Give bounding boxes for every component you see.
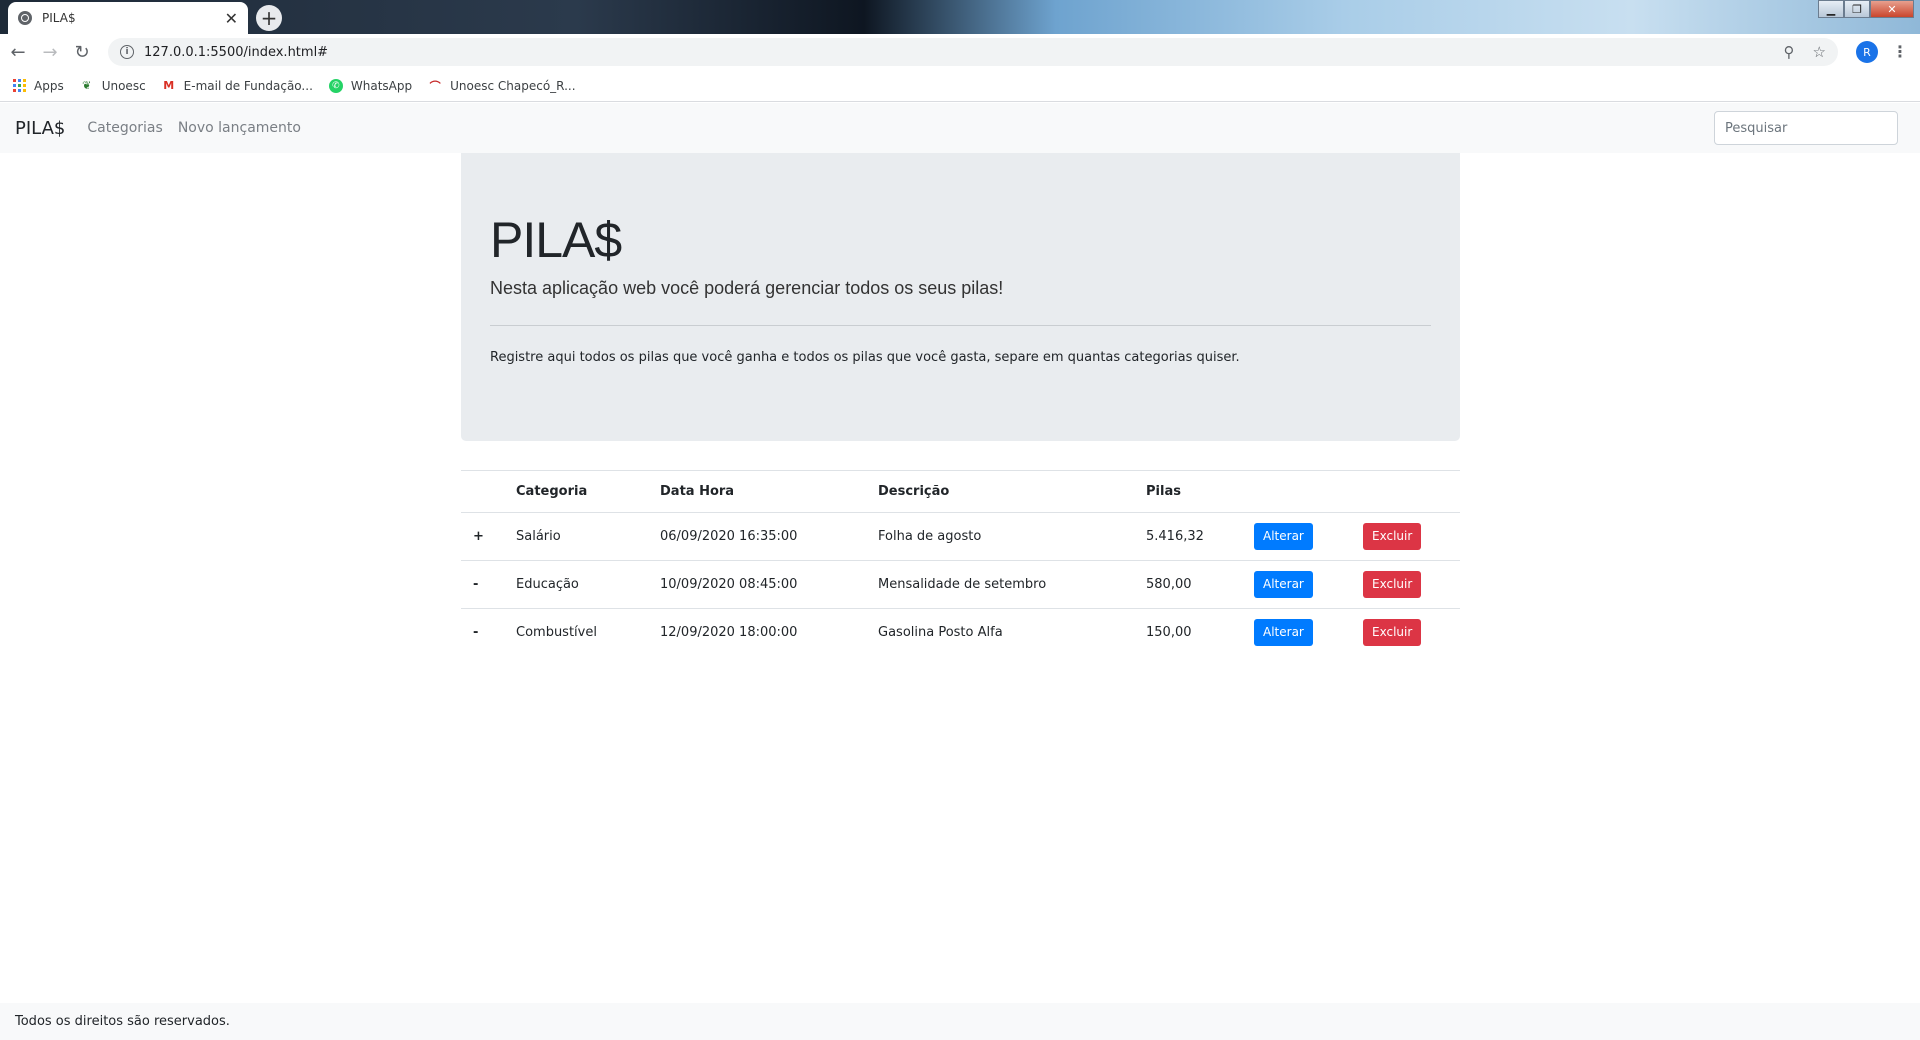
row-categoria: Educação	[516, 560, 660, 609]
header-alterar	[1254, 470, 1363, 513]
bookmark-apps[interactable]: Apps	[12, 79, 64, 93]
navbar-brand[interactable]: PILA$	[15, 118, 65, 139]
browser-toolbar: ← → ↻ i 127.0.0.1:5500/index.html# ⚲ ☆ R…	[0, 34, 1920, 70]
minimize-icon[interactable]: ▁	[1818, 0, 1844, 18]
address-bar[interactable]: i 127.0.0.1:5500/index.html# ⚲ ☆	[108, 38, 1838, 66]
footer: Todos os direitos são reservados.	[0, 1003, 1920, 1040]
gmail-icon: M	[163, 79, 175, 92]
excluir-button[interactable]: Excluir	[1363, 619, 1422, 647]
row-data-hora: 12/09/2020 18:00:00	[660, 625, 798, 641]
row-pilas: 150,00	[1146, 625, 1192, 641]
unoesc-icon: ❦	[82, 79, 92, 92]
table-row: - Combustível 12/09/2020 18:00:00 Gasoli…	[461, 609, 1460, 657]
apps-grid-icon	[12, 78, 26, 93]
star-bookmark-icon[interactable]: ☆	[1813, 43, 1826, 61]
row-pilas: 580,00	[1146, 560, 1254, 609]
zoom-icon[interactable]: ⚲	[1784, 43, 1795, 61]
row-categoria: Combustível	[516, 625, 597, 641]
bookmark-email[interactable]: M E-mail de Fundação...	[162, 79, 313, 93]
row-descricao: Mensalidade de setembro	[878, 560, 1146, 609]
jumbotron-title: PILA$	[490, 212, 622, 268]
whatsapp-icon: ✆	[328, 78, 343, 93]
info-icon[interactable]: i	[120, 45, 134, 59]
alterar-button[interactable]: Alterar	[1254, 619, 1313, 647]
transactions-table-container: Categoria Data Hora Descrição Pilas + Sa…	[461, 470, 1460, 657]
header-pilas: Pilas	[1146, 470, 1254, 513]
row-sign: +	[461, 512, 516, 561]
nav-link-novo-lancamento[interactable]: Novo lançamento	[178, 120, 301, 136]
alterar-button[interactable]: Alterar	[1254, 523, 1313, 550]
navbar: PILA$ Categorias Novo lançamento	[0, 103, 1920, 153]
table-row: - Educação 10/09/2020 08:45:00 Mensalida…	[461, 560, 1460, 609]
back-arrow-icon[interactable]: ←	[4, 38, 32, 66]
header-sign	[461, 470, 516, 513]
row-descricao: Gasolina Posto Alfa	[878, 625, 1003, 641]
search-input[interactable]	[1714, 111, 1898, 145]
excluir-button[interactable]: Excluir	[1363, 523, 1422, 550]
row-sign: -	[473, 625, 479, 641]
row-descricao: Folha de agosto	[878, 512, 1146, 561]
url-text[interactable]: 127.0.0.1:5500/index.html#	[144, 45, 328, 60]
unoesc-chapeco-icon: ⌒	[429, 79, 441, 93]
bookmark-label: WhatsApp	[350, 78, 413, 93]
nav-link-categorias[interactable]: Categorias	[87, 120, 162, 136]
divider	[490, 325, 1431, 326]
row-pilas: 5.416,32	[1146, 512, 1254, 561]
browser-tab[interactable]: PILA$ ✕	[8, 2, 248, 34]
reload-icon[interactable]: ↻	[68, 38, 96, 66]
table-header-row: Categoria Data Hora Descrição Pilas	[461, 470, 1460, 513]
row-data-hora: 06/09/2020 16:35:00	[660, 512, 878, 561]
transactions-table: Categoria Data Hora Descrição Pilas + Sa…	[461, 470, 1460, 657]
excluir-button[interactable]: Excluir	[1363, 571, 1422, 598]
bookmark-label: Unoesc Chapecó_R...	[450, 78, 576, 93]
bookmark-unoesc-chapeco[interactable]: ⌒ Unoesc Chapecó_R...	[428, 78, 576, 93]
forward-arrow-icon[interactable]: →	[36, 38, 64, 66]
header-data-hora: Data Hora	[660, 470, 878, 513]
restore-icon[interactable]: ❐	[1844, 0, 1870, 18]
globe-icon	[18, 11, 32, 25]
bookmark-label: Apps	[34, 78, 64, 93]
bookmark-unoesc[interactable]: ❦ Unoesc	[80, 79, 146, 93]
tab-title: PILA$	[42, 11, 76, 25]
header-descricao: Descrição	[878, 470, 1146, 513]
jumbotron: PILA$ Nesta aplicação web você poderá ge…	[461, 153, 1460, 441]
close-tab-icon[interactable]: ✕	[225, 9, 238, 28]
header-categoria: Categoria	[516, 470, 660, 513]
bookmark-label: E-mail de Fundação...	[183, 78, 313, 93]
bookmark-whatsapp[interactable]: ✆ WhatsApp	[328, 78, 413, 93]
alterar-button[interactable]: Alterar	[1254, 571, 1313, 598]
window-close-icon[interactable]: ✕	[1870, 0, 1914, 18]
window-controls: ▁ ❐ ✕	[1818, 0, 1914, 18]
footer-text: Todos os direitos são reservados.	[15, 1014, 230, 1029]
row-categoria: Salário	[516, 512, 660, 561]
table-row: + Salário 06/09/2020 16:35:00 Folha de a…	[461, 512, 1460, 561]
page-content: PILA$ Categorias Novo lançamento PILA$ N…	[0, 103, 1920, 1040]
row-data-hora: 10/09/2020 08:45:00	[660, 560, 878, 609]
menu-kebab-icon[interactable]: ⋮	[1892, 42, 1908, 61]
jumbotron-text: Registre aqui todos os pilas que você ga…	[490, 350, 1240, 365]
jumbotron-lead: Nesta aplicação web você poderá gerencia…	[490, 278, 1004, 298]
profile-avatar[interactable]: R	[1856, 41, 1878, 63]
header-excluir	[1363, 470, 1460, 513]
row-sign: -	[461, 560, 516, 609]
new-tab-button[interactable]: +	[256, 5, 282, 31]
bookmarks-bar: Apps ❦ Unoesc M E-mail de Fundação... ✆ …	[0, 70, 1920, 102]
bookmark-label: Unoesc	[101, 78, 146, 93]
browser-tabstrip: PILA$ ✕ + ▁ ❐ ✕	[0, 0, 1920, 34]
